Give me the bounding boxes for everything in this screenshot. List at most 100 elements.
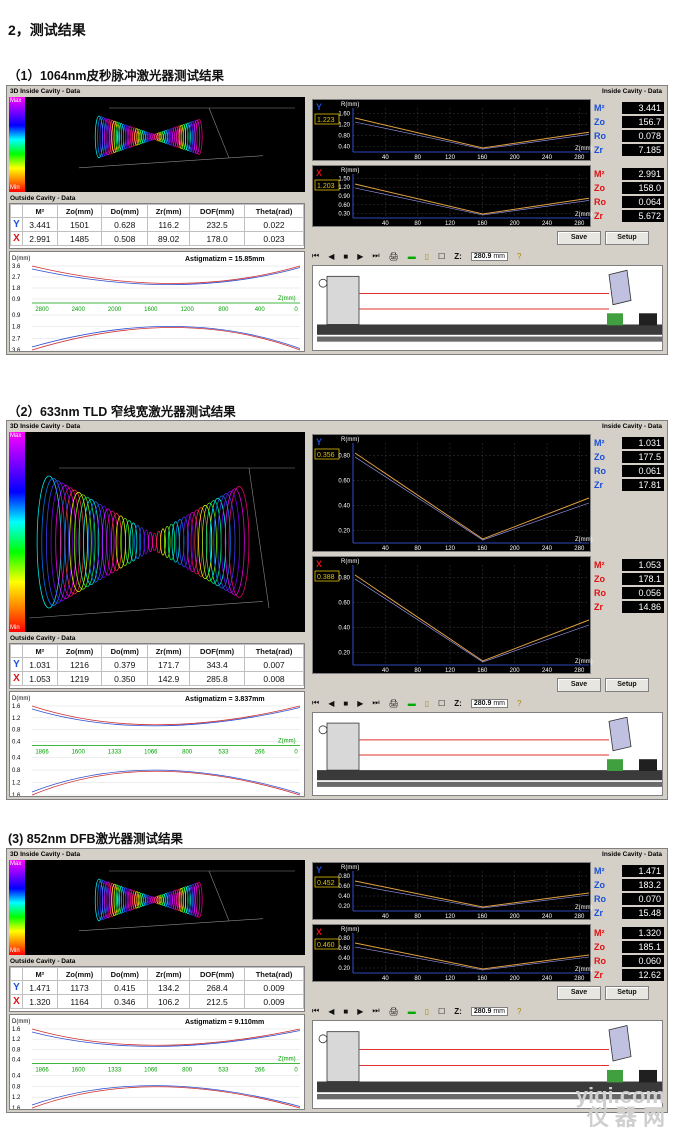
checkbox-icon[interactable]: ☐ <box>438 252 445 261</box>
param-value: 1.031 <box>622 437 664 449</box>
x-tick-label: 80 <box>414 914 421 919</box>
rewind-icon[interactable]: ⏮ <box>312 698 319 708</box>
z-position-field[interactable]: 280.9 mm <box>470 251 509 261</box>
inside-cavity-3d-view[interactable]: Max Min <box>9 432 305 632</box>
z-axis-title: Z(mm) <box>575 905 593 911</box>
save-button[interactable]: Save <box>557 231 601 245</box>
lens-mount <box>607 759 623 771</box>
param-value: 0.064 <box>622 196 664 208</box>
cell-dof: 285.8 <box>189 671 246 686</box>
cell-theta: 0.023 <box>244 231 304 246</box>
fast-forward-icon[interactable]: ⏭ <box>372 1006 379 1016</box>
step-forward-icon[interactable]: ▶ <box>357 1007 363 1016</box>
step-forward-icon[interactable]: ▶ <box>357 252 363 261</box>
article-page: 2，测试结果 （1）1064nm皮秒脉冲激光器测试结果 （2）633nm TLD… <box>0 0 675 1137</box>
x-radius-curve: X R(mm) 0.4600.80 0.60 0.40 0.20 40 80 120 160 200… <box>314 927 593 981</box>
table-row: X 1.320 1164 0.346 106.2 212.5 0.009 <box>10 994 304 1009</box>
color-scale-min: Min <box>10 185 20 191</box>
axis-label: X <box>10 671 23 686</box>
left-pane: 3D Inside Cavity - Data Max Min Outside … <box>8 850 306 1111</box>
plot-axis-label: Y <box>316 102 322 112</box>
checkbox-icon[interactable]: ☐ <box>438 1007 445 1016</box>
param-row: Ro 0.064 <box>594 195 664 209</box>
checkbox-icon[interactable]: ☐ <box>438 699 445 708</box>
focusing-lens <box>608 269 632 306</box>
z-position-field[interactable]: 280.9 mm <box>470 1006 509 1016</box>
folder-icon[interactable]: ▬ <box>408 252 416 261</box>
col-header: DOF(mm) <box>189 644 246 658</box>
param-row: Zr 5.672 <box>594 209 664 223</box>
rail-base <box>317 336 662 342</box>
beam-slice <box>167 523 176 561</box>
x-tick-label: 80 <box>414 221 421 226</box>
stop-icon[interactable]: ■ <box>343 252 348 261</box>
folder-icon[interactable]: ▬ <box>408 699 416 708</box>
z-axis-title: Z(mm) <box>575 537 593 543</box>
save-button[interactable]: Save <box>557 986 601 1000</box>
plot-axis-label: Y <box>316 437 322 447</box>
lens-mount <box>607 1069 623 1083</box>
step-back-icon[interactable]: ◀ <box>328 699 334 708</box>
stop-icon[interactable]: ■ <box>343 699 348 708</box>
print-icon[interactable]: 🖨 <box>389 699 399 708</box>
param-row: Ro 0.056 <box>594 586 664 600</box>
x-tick-label: 200 <box>510 668 521 673</box>
cell-do: 0.628 <box>101 217 149 232</box>
inside-cavity-3d-view[interactable]: Max Min <box>9 860 305 955</box>
print-icon[interactable]: 🖨 <box>389 1007 399 1016</box>
cell-dof: 268.4 <box>189 980 246 995</box>
file-icon[interactable]: ▯ <box>425 252 429 261</box>
cell-zo: 1173 <box>56 980 103 995</box>
z-position-field[interactable]: 280.9 mm <box>470 698 509 708</box>
file-icon[interactable]: ▯ <box>425 1007 429 1016</box>
x-tick-label: 40 <box>382 221 389 226</box>
d-axis-title: D(mm) <box>12 256 30 262</box>
cell-zr: 134.2 <box>147 980 191 995</box>
z-tick-label: 1200 <box>180 307 194 313</box>
z-label: Z: <box>454 1006 462 1016</box>
param-label: Ro <box>594 466 606 476</box>
file-icon[interactable]: ▯ <box>425 699 429 708</box>
z-tick-label: 800 <box>182 750 193 756</box>
print-icon[interactable]: 🖨 <box>389 252 399 261</box>
cell-do: 0.346 <box>101 994 149 1009</box>
inside-cavity-3d-view[interactable]: Max Min <box>9 97 305 192</box>
stop-icon[interactable]: ■ <box>343 1007 348 1016</box>
step-forward-icon[interactable]: ▶ <box>357 699 363 708</box>
setup-button[interactable]: Setup <box>605 986 649 1000</box>
help-icon[interactable]: ? <box>517 252 521 261</box>
z-tick-label: 2800 <box>35 307 49 313</box>
table-header: M² Zo(mm) Do(mm) Zr(mm) DOF(mm) Theta(ra… <box>10 644 304 658</box>
save-button[interactable]: Save <box>557 678 601 692</box>
astigmatism-label: Astigmatizm = 9.110mm <box>185 1019 264 1026</box>
left-pane: 3D Inside Cavity - Data Max Min Outside … <box>8 422 306 798</box>
fast-forward-icon[interactable]: ⏭ <box>372 698 379 708</box>
r-axis-title: R(mm) <box>341 437 359 443</box>
r-tick-label: 0.80 <box>338 936 350 942</box>
rewind-icon[interactable]: ⏮ <box>312 251 319 261</box>
param-value: 1.320 <box>622 927 664 939</box>
step-back-icon[interactable]: ◀ <box>328 252 334 261</box>
z-axis-title: Z(mm) <box>575 146 593 152</box>
cell-zo: 1485 <box>56 231 103 246</box>
param-row: M² 3.441 <box>594 101 664 115</box>
setup-button[interactable]: Setup <box>605 678 649 692</box>
rewind-icon[interactable]: ⏮ <box>312 1006 319 1016</box>
grid-line <box>208 870 230 921</box>
cell-zr: 171.7 <box>147 657 191 672</box>
playback-toolbar: ⏮ ◀ ■ ▶ ⏭ 🖨 ▬ ▯ ☐ Z: 280.9 mm ? <box>312 1004 521 1018</box>
z-tick-label: 266 <box>255 750 266 756</box>
watermark: yiqi.com 仪 器 网 <box>576 1085 665 1129</box>
help-icon[interactable]: ? <box>517 1007 521 1016</box>
cell-m2: 1.031 <box>21 657 58 672</box>
folder-icon[interactable]: ▬ <box>408 1007 416 1016</box>
param-row: Zo 178.1 <box>594 572 664 586</box>
param-label: Zo <box>594 880 605 890</box>
axis-label: X <box>10 994 23 1009</box>
setup-button[interactable]: Setup <box>605 231 649 245</box>
param-row: Zr 17.81 <box>594 478 664 492</box>
help-icon[interactable]: ? <box>517 699 521 708</box>
fast-forward-icon[interactable]: ⏭ <box>372 251 379 261</box>
x-tick-label: 280 <box>574 221 585 226</box>
step-back-icon[interactable]: ◀ <box>328 1007 334 1016</box>
